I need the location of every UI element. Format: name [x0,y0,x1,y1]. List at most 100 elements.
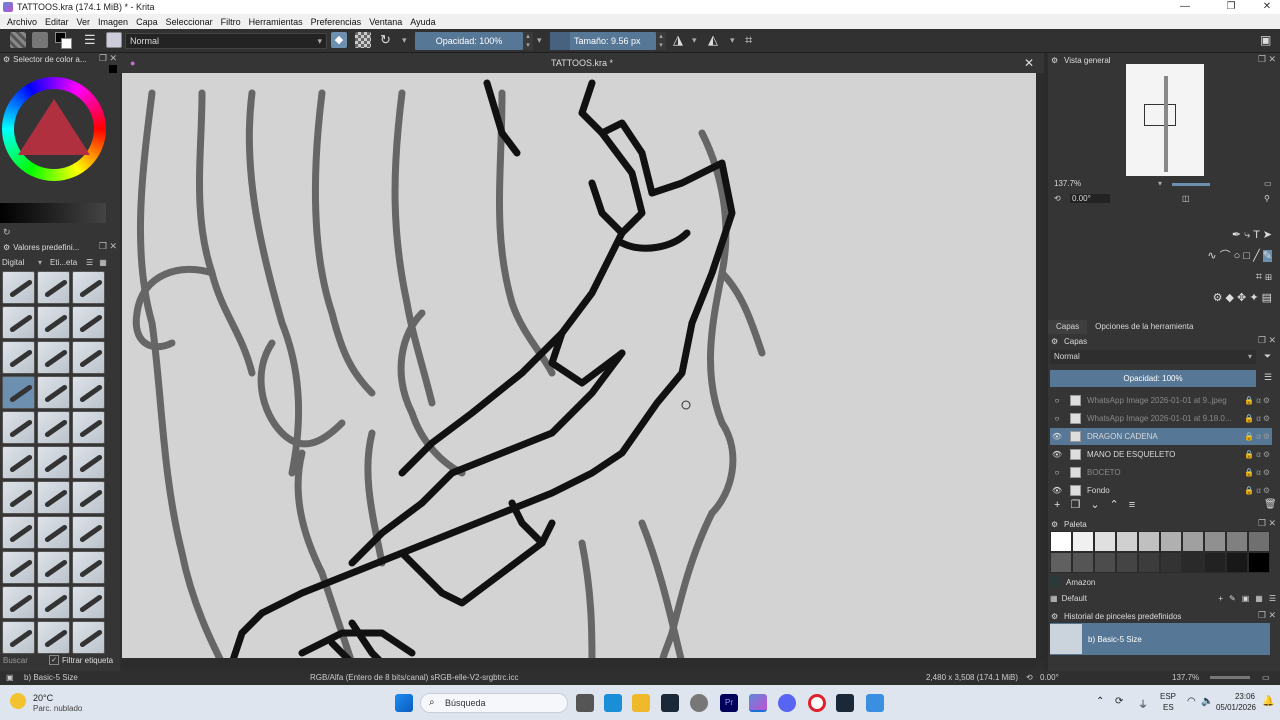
mirror-horizontal-icon[interactable]: ◮ [673,32,689,50]
brush-tool-icon[interactable]: ✎ [1262,250,1272,262]
palette-swatch[interactable] [1226,531,1248,552]
zoom-select[interactable]: 137.7% [1054,179,1081,188]
menu-editar[interactable]: Editar [45,17,69,27]
brush-preset-tile[interactable] [37,411,70,444]
brush-preset-tile[interactable] [37,551,70,584]
lock-icon[interactable]: 🔒α⚙ [1244,414,1272,423]
overview-thumbnail[interactable] [1126,64,1204,176]
menu-icon[interactable]: ☰ [1264,372,1272,383]
palette-swatch[interactable] [1072,531,1094,552]
add-layer-icon[interactable]: + [1054,499,1070,511]
brush-preset-tile[interactable] [37,446,70,479]
menu-archivo[interactable]: Archivo [7,17,37,27]
reload-preset-icon[interactable]: ↻ [380,32,396,50]
zoom-slider[interactable] [1172,183,1210,186]
calligraphy-tool-icon[interactable]: ✒ [1232,229,1241,241]
lock-icon[interactable]: 🔒α⚙ [1244,432,1272,441]
chevron-down-icon[interactable]: ▾ [38,258,42,267]
palette-set-select[interactable]: Default [1062,594,1219,603]
brush-preset-icon[interactable] [106,32,122,48]
brush-preset-tile[interactable] [72,376,105,409]
gradient-tool-icon[interactable]: ▤ [1262,292,1272,304]
github-icon[interactable] [690,694,708,712]
menu-capa[interactable]: Capa [136,17,158,27]
windows-start-icon[interactable] [395,694,413,712]
close-window-button[interactable]: ✕ [1254,0,1280,14]
filter-icon[interactable]: ⏷ [1264,351,1271,362]
steam-icon[interactable] [661,694,679,712]
mirror-view-icon[interactable]: ◫ [1182,194,1190,203]
horizontal-scrollbar[interactable] [122,658,1036,668]
sync-icon[interactable]: ⟳ [1115,696,1123,707]
layer-row[interactable]: ○ WhatsApp Image 2026-01-01 at 9.18.0... 🔒… [1050,410,1272,427]
wrap-around-icon[interactable]: ⌗ [745,32,761,50]
brush-preset-tile[interactable] [37,306,70,339]
brush-preset-tile[interactable] [2,376,35,409]
lock-icon[interactable]: 🔒α⚙ [1244,396,1272,405]
gear-icon[interactable]: ⚙ [1051,520,1058,529]
path-tool-icon[interactable]: ⤷ [1244,229,1250,241]
brush-settings-icon[interactable]: ☰ [84,32,100,50]
gear-icon[interactable]: ⚙ [1051,337,1058,346]
brush-preset-tile[interactable] [37,516,70,549]
document-tab[interactable]: ● TATTOOS.kra * ✕ [120,53,1044,73]
size-slider[interactable]: Tamaño: 9.56 px [550,32,656,50]
brush-preset-tile[interactable] [2,516,35,549]
palette-swatch[interactable] [1116,531,1138,552]
delete-layer-icon[interactable]: 🗑 [1264,499,1277,510]
ellipse-tool-icon[interactable]: ○ [1234,250,1241,262]
close-docker-icon[interactable]: ❐ ✕ [1258,518,1276,529]
brush-preset-tile[interactable] [72,516,105,549]
crop-tool-icon[interactable]: ⌗ [1256,271,1262,283]
lang-indicator[interactable]: ESP [1160,692,1176,701]
colorpicker-tool-icon[interactable]: ✦ [1249,292,1258,304]
wifi-icon[interactable]: ◠ [1187,696,1196,707]
tab-tool-options[interactable]: Opciones de la herramienta [1087,320,1201,334]
color-triangle[interactable] [18,99,90,155]
line-tool-icon[interactable]: ╱ [1253,250,1260,262]
gradient-selector-icon[interactable] [10,32,26,48]
status-zoom-slider[interactable] [1210,676,1250,679]
chevron-down-icon[interactable]: ▾ [692,32,700,50]
premiere-icon[interactable]: Pr [720,694,738,712]
widgets-icon[interactable] [604,694,622,712]
menu-ventana[interactable]: Ventana [369,17,402,27]
duplicate-layer-icon[interactable]: ❐ [1070,499,1090,511]
menu-seleccionar[interactable]: Seleccionar [166,17,213,27]
chevron-up-icon[interactable]: ⌃ [1096,696,1104,707]
mirror-vertical-icon[interactable]: ◭ [708,32,724,50]
list-view-icon[interactable]: ☰ [86,258,93,267]
brush-preset-icon[interactable]: ▣ [6,673,14,682]
list-icon[interactable]: ☰ [1269,594,1276,603]
krita-taskbar-icon[interactable] [749,694,767,712]
fit-icon[interactable]: ▭ [1264,179,1272,188]
opacity-spin[interactable]: ▴ ▾ [523,32,533,50]
palette-swatch[interactable] [1160,552,1182,573]
clock-time[interactable]: 23:06 [1219,692,1255,701]
grid-view-icon[interactable]: ▦ [99,258,107,267]
brush-preset-tile[interactable] [2,446,35,479]
close-docker-icon[interactable]: ❐ ✕ [1258,54,1276,65]
eye-icon[interactable]: 👁 [1050,432,1064,441]
move-down-icon[interactable]: ⌄ [1090,499,1109,511]
lock-icon[interactable]: 🔒α⚙ [1244,486,1272,495]
palette-swatch[interactable] [1248,552,1270,573]
layer-row[interactable]: ○ WhatsApp Image 2026-01-01 at 9..jpeg 🔒α⚙ [1050,392,1272,409]
etiqueta-button[interactable]: Eti...eta [50,258,86,267]
gear-icon[interactable]: ⚙ [3,243,10,252]
move-tool-icon[interactable]: ✥ [1237,292,1246,304]
close-docker-icon[interactable]: ❐ ✕ [99,241,117,252]
brush-preset-tile[interactable] [2,341,35,374]
assistant-tool-icon[interactable]: ⚙ [1213,292,1223,304]
add-swatch-icon[interactable]: + [1218,594,1223,603]
chevron-down-icon[interactable]: ▾ [537,32,545,50]
notification-icon[interactable]: 🔔 [1262,696,1274,707]
close-document-icon[interactable]: ✕ [1024,53,1034,73]
layer-row[interactable]: ○ BOCETO 🔒α⚙ [1050,464,1272,481]
workspace-icon[interactable]: ▣ [1260,32,1274,50]
close-docker-icon[interactable]: ❐ ✕ [1258,335,1276,346]
menu-herramientas[interactable]: Herramientas [249,17,303,27]
maximize-button[interactable]: ❐ [1218,0,1244,14]
eye-icon[interactable]: ○ [1050,414,1064,423]
layer-properties-icon[interactable]: ≡ [1129,499,1145,511]
